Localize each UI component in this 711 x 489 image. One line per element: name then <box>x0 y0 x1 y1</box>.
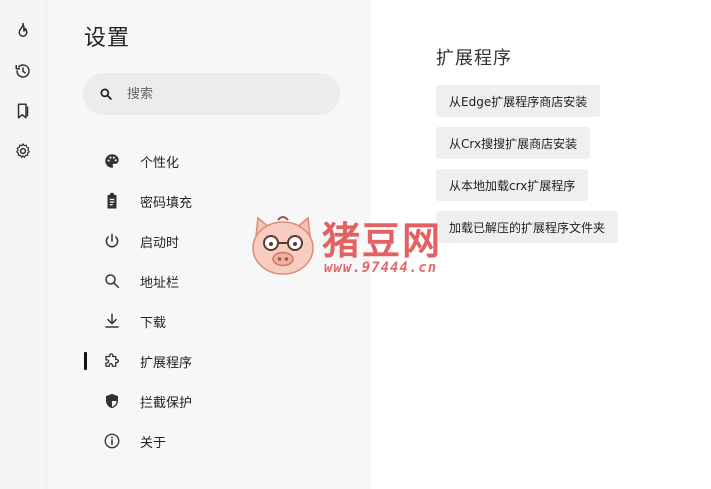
page-title: 设置 <box>84 26 131 51</box>
nav-item-downloads[interactable]: 下载 <box>47 301 371 341</box>
nav-item-label: 下载 <box>140 315 167 331</box>
nav-item-startup[interactable]: 启动时 <box>47 221 371 261</box>
settings-nav-list: 个性化 密码填充 启动时 地址栏 下载 扩展程序 拦截保护 关于 <box>47 141 371 461</box>
search-icon <box>100 88 112 100</box>
gear-icon[interactable] <box>12 140 34 162</box>
nav-item-tracking-protection[interactable]: 拦截保护 <box>47 381 371 421</box>
install-from-crx-store-button[interactable]: 从Crx搜搜扩展商店安装 <box>436 127 591 159</box>
flame-icon[interactable] <box>12 20 34 42</box>
power-icon <box>103 232 121 250</box>
search-icon <box>103 272 121 290</box>
nav-item-extensions[interactable]: 扩展程序 <box>47 341 371 381</box>
info-icon <box>103 432 121 450</box>
nav-item-label: 个性化 <box>140 155 180 171</box>
search-field[interactable] <box>83 73 340 115</box>
palette-icon <box>103 152 121 170</box>
side-rail <box>0 0 47 489</box>
section-title: 扩展程序 <box>436 48 512 69</box>
clipboard-icon <box>103 192 121 210</box>
nav-item-label: 关于 <box>140 435 167 451</box>
download-icon <box>103 312 121 330</box>
nav-item-label: 扩展程序 <box>140 355 193 371</box>
nav-item-about[interactable]: 关于 <box>47 421 371 461</box>
active-indicator <box>84 352 87 370</box>
history-icon[interactable] <box>12 60 34 82</box>
nav-item-label: 拦截保护 <box>140 395 193 411</box>
settings-nav-panel: 设置 个性化 密码填充 启动时 <box>47 0 371 489</box>
nav-item-password-fill[interactable]: 密码填充 <box>47 181 371 221</box>
nav-item-label: 密码填充 <box>140 195 193 211</box>
browser-settings-window: 设置 个性化 密码填充 启动时 <box>0 0 711 489</box>
nav-item-address-bar[interactable]: 地址栏 <box>47 261 371 301</box>
shield-icon <box>103 392 121 410</box>
bookmark-icon[interactable] <box>12 100 34 122</box>
search-input[interactable] <box>125 85 329 103</box>
nav-item-personalize[interactable]: 个性化 <box>47 141 371 181</box>
extensions-content: 扩展程序 从Edge扩展程序商店安装 从Crx搜搜扩展商店安装 从本地加载crx… <box>371 0 711 489</box>
load-unpacked-folder-button[interactable]: 加载已解压的扩展程序文件夹 <box>436 211 619 243</box>
nav-item-label: 启动时 <box>140 235 180 251</box>
nav-item-label: 地址栏 <box>140 275 180 291</box>
puzzle-icon <box>103 352 121 370</box>
install-from-edge-store-button[interactable]: 从Edge扩展程序商店安装 <box>436 85 601 117</box>
load-local-crx-button[interactable]: 从本地加载crx扩展程序 <box>436 169 589 201</box>
